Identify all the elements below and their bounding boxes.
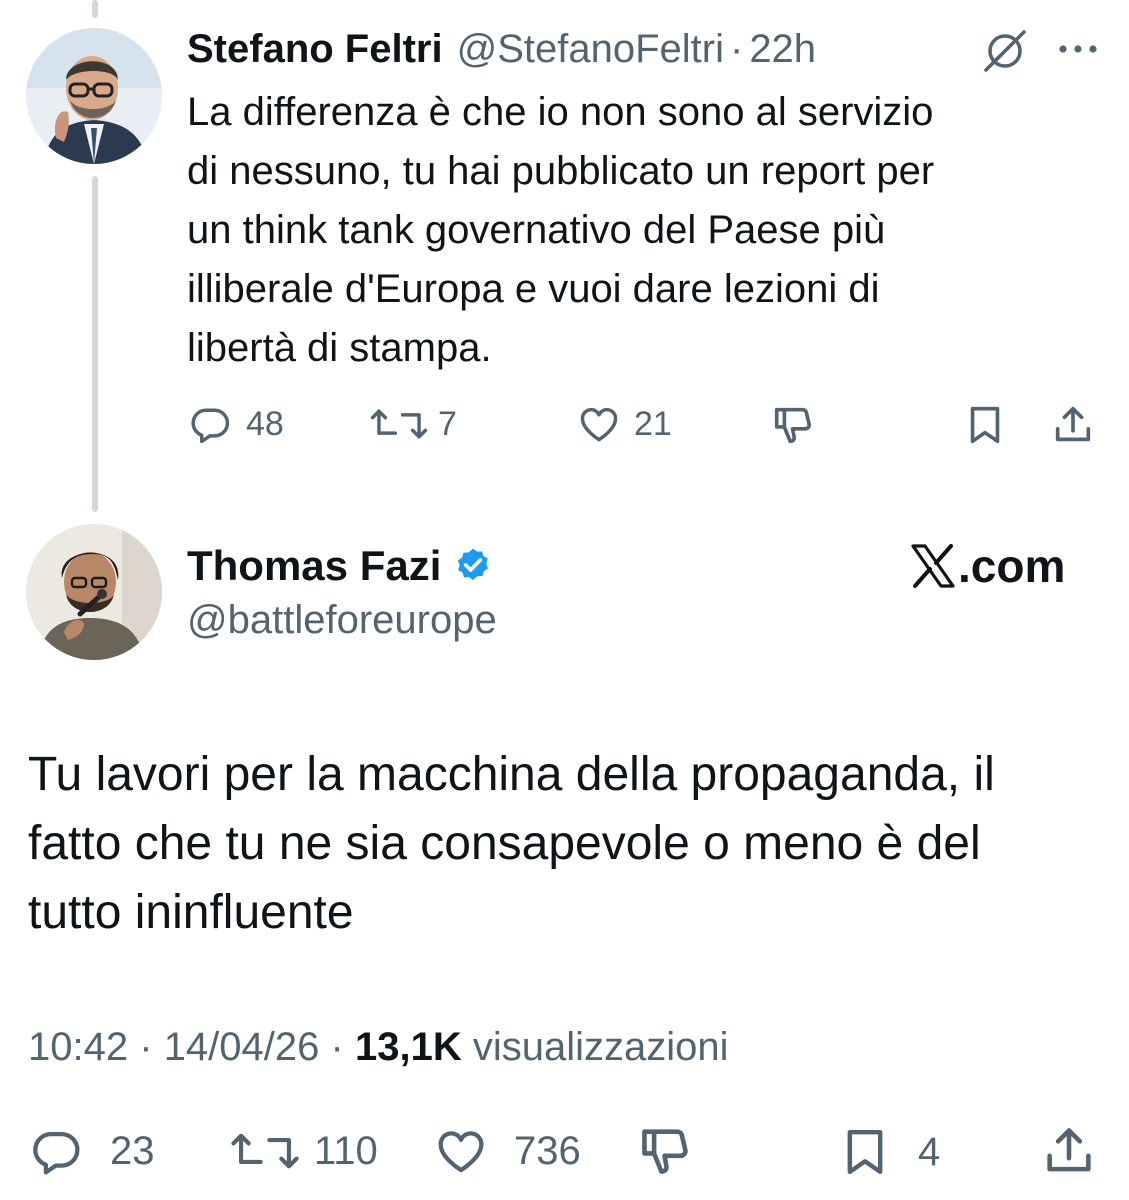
more-icon[interactable] <box>1055 34 1101 64</box>
like-icon <box>432 1124 490 1178</box>
reply-count: 48 <box>246 404 284 443</box>
dislike-button[interactable] <box>636 1122 694 1180</box>
views-label: visualizzazioni <box>472 1025 729 1069</box>
meta-separator: · <box>139 1025 153 1069</box>
views-count: 13,1K <box>354 1025 462 1069</box>
meta-separator: · <box>330 1025 344 1069</box>
tweet-date[interactable]: 14/04/26 <box>164 1025 320 1069</box>
bookmark-icon <box>836 1124 894 1180</box>
like-icon <box>576 402 622 446</box>
avatar-thomas-fazi[interactable] <box>26 524 162 660</box>
repost-count: 110 <box>314 1128 378 1173</box>
share-button[interactable] <box>1040 1122 1098 1180</box>
main-tweet-text: Tu lavori per la macchina della propagan… <box>28 748 995 939</box>
like-count: 21 <box>634 404 672 443</box>
bookmark-button[interactable]: 4 <box>836 1124 940 1180</box>
parent-handle[interactable]: @StefanoFeltri <box>457 27 724 72</box>
site-mark-text: .com <box>958 540 1066 592</box>
like-button[interactable]: 21 <box>576 402 672 446</box>
verified-badge-icon[interactable] <box>453 546 493 586</box>
repost-button[interactable]: 7 <box>368 402 457 446</box>
parent-tweet-text: La differenza è che io non sono al servi… <box>187 90 935 370</box>
share-icon <box>1040 1122 1098 1180</box>
bookmark-icon <box>962 402 1008 448</box>
reply-count: 23 <box>110 1128 155 1173</box>
like-count: 736 <box>514 1128 581 1173</box>
grok-icon[interactable] <box>982 28 1028 74</box>
thread-connector-line <box>92 0 98 18</box>
x-logo-icon <box>910 544 956 588</box>
main-tweet-author: Thomas Fazi <box>187 540 493 592</box>
reply-button[interactable]: 48 <box>188 402 284 446</box>
reply-icon <box>28 1124 84 1178</box>
repost-count: 7 <box>438 404 457 443</box>
main-display-name[interactable]: Thomas Fazi <box>187 542 441 590</box>
bookmark-count: 4 <box>918 1129 941 1174</box>
parent-display-name[interactable]: Stefano Feltri <box>187 27 443 72</box>
parent-tweet-header: Stefano Feltri @StefanoFeltri · 22h <box>187 24 816 74</box>
tweet-meta: 10:42 · 14/04/26 · 13,1K visualizzazioni <box>28 1025 729 1070</box>
dislike-button[interactable] <box>770 402 816 448</box>
x-com-watermark: .com <box>910 538 1065 594</box>
like-button[interactable]: 736 <box>432 1124 581 1178</box>
main-handle[interactable]: @battleforeurope <box>187 598 497 643</box>
parent-time-ago[interactable]: 22h <box>749 27 816 72</box>
bookmark-button[interactable] <box>962 402 1008 448</box>
tweet-time[interactable]: 10:42 <box>28 1025 128 1069</box>
thread-connector-line <box>92 176 98 512</box>
share-button[interactable] <box>1050 402 1096 448</box>
reply-button[interactable]: 23 <box>28 1124 155 1178</box>
repost-button[interactable]: 110 <box>228 1124 378 1178</box>
dislike-icon <box>770 402 816 448</box>
share-icon <box>1050 402 1096 448</box>
reply-icon <box>188 402 232 446</box>
header-separator: · <box>729 26 744 71</box>
repost-icon <box>228 1124 302 1178</box>
dislike-icon <box>636 1122 694 1180</box>
repost-icon <box>368 402 430 446</box>
avatar-stefano-feltri[interactable] <box>26 28 162 164</box>
